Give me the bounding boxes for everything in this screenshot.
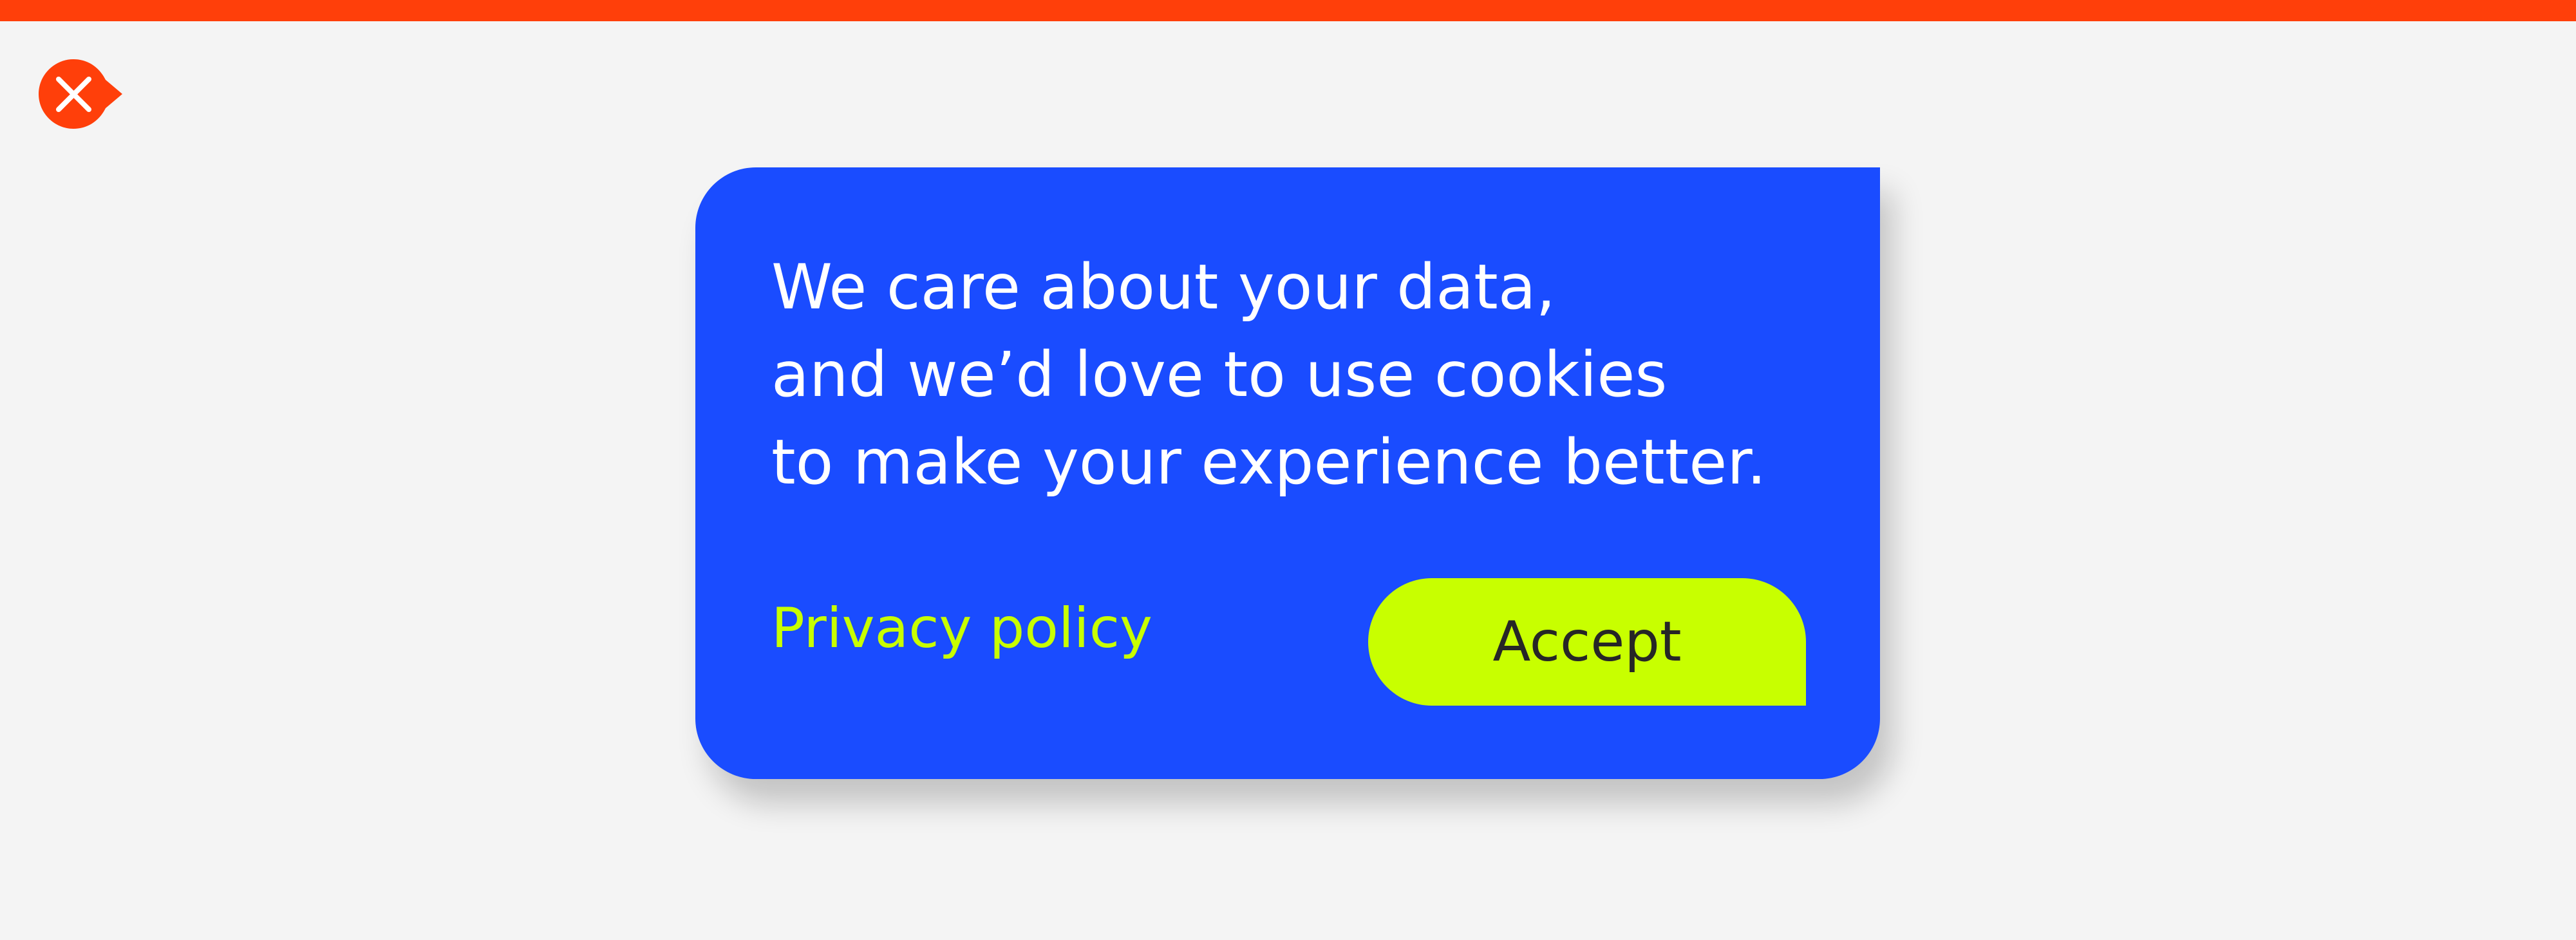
privacy-policy-link[interactable]: Privacy policy bbox=[771, 596, 1152, 661]
close-icon[interactable] bbox=[39, 59, 122, 129]
accept-button[interactable]: Accept bbox=[1368, 578, 1806, 706]
cookie-consent-banner: We care about your data, and we’d love t… bbox=[695, 167, 1880, 779]
top-accent-bar bbox=[0, 0, 2576, 21]
cookie-message: We care about your data, and we’d love t… bbox=[771, 251, 1767, 498]
